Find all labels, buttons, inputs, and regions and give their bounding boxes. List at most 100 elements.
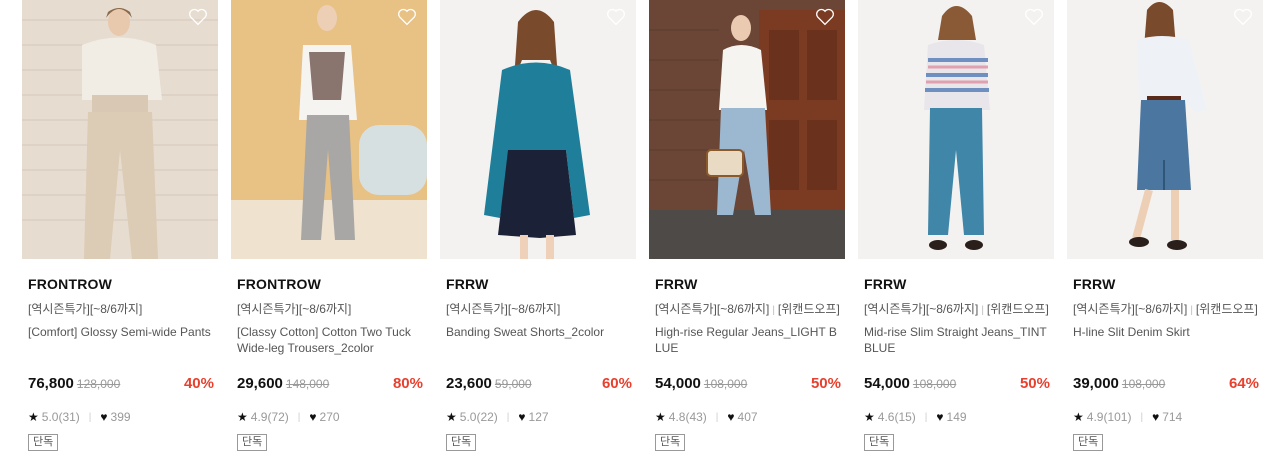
rating: 4.8(43)	[668, 410, 707, 424]
like-count: 407	[737, 410, 758, 424]
product-image[interactable]	[231, 0, 427, 259]
heart-outline-icon[interactable]	[1233, 8, 1253, 26]
promo-tag: [역시즌특가][~8/6까지]	[446, 302, 561, 316]
promo-tag: [위캔드오프]	[1195, 302, 1258, 316]
product-photo	[440, 0, 636, 259]
product-card[interactable]: FRONTROW [역시즌특가][~8/6까지] [Comfort] Gloss…	[22, 0, 218, 468]
product-image[interactable]	[858, 0, 1054, 259]
product-image[interactable]	[22, 0, 218, 259]
promo-tags: [역시즌특가][~8/6까지]	[446, 300, 560, 317]
product-meta: ★ 4.9(72) | ♥ 270	[237, 410, 340, 424]
heart-filled-icon: ♥	[100, 410, 108, 424]
promo-tag: [역시즌특가][~8/6까지]	[1073, 302, 1188, 316]
original-price: 108,000	[1121, 377, 1166, 391]
discount-rate: 80%	[392, 375, 423, 392]
product-meta: ★ 4.8(43) | ♥ 407	[655, 410, 758, 424]
promo-tag: [역시즌특가][~8/6까지]	[864, 302, 979, 316]
product-card[interactable]: FRRW [역시즌특가][~8/6까지] | [위캔드오프] High-rise R…	[649, 0, 845, 468]
promo-tags: [역시즌특가][~8/6까지]	[28, 300, 142, 317]
product-card[interactable]: FRRW [역시즌특가][~8/6까지] | [위캔드오프] Mid-rise Sl…	[858, 0, 1054, 468]
price-row: 39,000 108,000 64%	[1073, 375, 1259, 395]
exclusive-badge: 단독	[655, 434, 686, 451]
exclusive-badge: 단독	[446, 434, 477, 451]
sale-price: 76,800	[28, 375, 74, 392]
divider: |	[88, 411, 92, 423]
promo-tags: [역시즌특가][~8/6까지] | [위캔드오프]	[1073, 300, 1258, 317]
product-image[interactable]	[649, 0, 845, 259]
exclusive-badge: 단독	[864, 434, 895, 451]
product-meta: ★ 5.0(31) | ♥ 399	[28, 410, 131, 424]
sale-price: 54,000	[864, 375, 910, 392]
heart-outline-icon[interactable]	[606, 8, 626, 26]
divider: |	[715, 411, 719, 423]
original-price: 148,000	[285, 377, 330, 391]
brand-name[interactable]: FRRW	[655, 276, 698, 292]
star-icon: ★	[1073, 410, 1084, 424]
promo-tag: [위캔드오프]	[986, 302, 1049, 316]
sale-price: 23,600	[446, 375, 492, 392]
product-photo	[231, 0, 427, 259]
promo-tag: [역시즌특가][~8/6까지]	[237, 302, 352, 316]
product-image[interactable]	[440, 0, 636, 259]
brand-name[interactable]: FRRW	[446, 276, 489, 292]
brand-name[interactable]: FRRW	[864, 276, 907, 292]
original-price: 108,000	[912, 377, 957, 391]
like-count: 714	[1162, 410, 1183, 424]
product-photo	[649, 0, 845, 259]
rating: 4.6(15)	[877, 410, 916, 424]
product-name[interactable]: [Comfort] Glossy Semi-wide Pants	[28, 324, 216, 340]
product-image[interactable]	[1067, 0, 1263, 259]
product-photo	[1067, 0, 1263, 259]
discount-rate: 50%	[1019, 375, 1050, 392]
product-card[interactable]: FRRW [역시즌특가][~8/6까지] | [위캔드오프] H-line Slit…	[1067, 0, 1263, 468]
product-card[interactable]: FRRW [역시즌특가][~8/6까지] Banding Sweat Short…	[440, 0, 636, 468]
original-price: 108,000	[703, 377, 748, 391]
like-count: 149	[946, 410, 967, 424]
exclusive-badge: 단독	[28, 434, 59, 451]
exclusive-badge: 단독	[1073, 434, 1104, 451]
product-name[interactable]: High-rise Regular Jeans_LIGHT BLUE	[655, 324, 843, 356]
promo-tag: [위캔드오프]	[777, 302, 840, 316]
brand-name[interactable]: FRONTROW	[237, 276, 321, 292]
star-icon: ★	[237, 410, 248, 424]
tag-separator: |	[772, 305, 775, 316]
heart-outline-icon[interactable]	[188, 8, 208, 26]
discount-rate: 64%	[1228, 375, 1259, 392]
divider: |	[1140, 411, 1144, 423]
brand-name[interactable]: FRRW	[1073, 276, 1116, 292]
heart-outline-icon[interactable]	[1024, 8, 1044, 26]
product-name[interactable]: H-line Slit Denim Skirt	[1073, 324, 1261, 340]
promo-tag: [역시즌특가][~8/6까지]	[655, 302, 770, 316]
promo-tags: [역시즌특가][~8/6까지]	[237, 300, 351, 317]
product-name[interactable]: [Classy Cotton] Cotton Two Tuck Wide-leg…	[237, 324, 425, 356]
rating: 4.9(72)	[250, 410, 289, 424]
promo-tags: [역시즌특가][~8/6까지] | [위캔드오프]	[864, 300, 1049, 317]
heart-filled-icon: ♥	[727, 410, 735, 424]
sale-price: 54,000	[655, 375, 701, 392]
exclusive-badge: 단독	[237, 434, 268, 451]
product-name[interactable]: Banding Sweat Shorts_2color	[446, 324, 634, 340]
heart-outline-icon[interactable]	[397, 8, 417, 26]
price-row: 76,800 128,000 40%	[28, 375, 214, 395]
product-photo	[22, 0, 218, 259]
promo-tags: [역시즌특가][~8/6까지] | [위캔드오프]	[655, 300, 840, 317]
sale-price: 39,000	[1073, 375, 1119, 392]
rating: 4.9(101)	[1086, 410, 1132, 424]
brand-name[interactable]: FRONTROW	[28, 276, 112, 292]
price-row: 54,000 108,000 50%	[655, 375, 841, 395]
product-grid: FRONTROW [역시즌특가][~8/6까지] [Comfort] Gloss…	[0, 0, 1266, 468]
original-price: 59,000	[494, 377, 532, 391]
discount-rate: 40%	[183, 375, 214, 392]
rating: 5.0(31)	[41, 410, 80, 424]
original-price: 128,000	[76, 377, 121, 391]
product-card[interactable]: FRONTROW [역시즌특가][~8/6까지] [Classy Cotton]…	[231, 0, 427, 468]
heart-outline-icon[interactable]	[815, 8, 835, 26]
product-name[interactable]: Mid-rise Slim Straight Jeans_TINT BLUE	[864, 324, 1052, 356]
star-icon: ★	[655, 410, 666, 424]
discount-rate: 50%	[810, 375, 841, 392]
discount-rate: 60%	[601, 375, 632, 392]
divider: |	[924, 411, 928, 423]
promo-tag: [역시즌특가][~8/6까지]	[28, 302, 143, 316]
star-icon: ★	[864, 410, 875, 424]
heart-filled-icon: ♥	[936, 410, 944, 424]
